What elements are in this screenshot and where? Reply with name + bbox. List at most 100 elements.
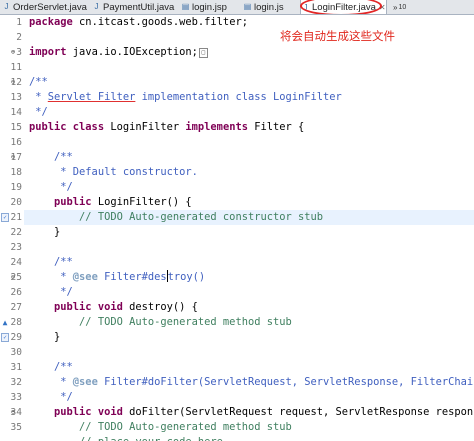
code-line: } — [29, 226, 61, 238]
tab-login-js[interactable]: ▤ login.js — [243, 0, 284, 14]
line-number: 13 — [10, 92, 22, 103]
code-javadoc-tag: @see — [72, 376, 98, 388]
java-file-icon: J — [94, 2, 99, 11]
code-line: } — [29, 331, 61, 343]
tab-orderservlet-java[interactable]: J OrderServlet.java — [2, 0, 87, 14]
line-number: 19 — [10, 182, 22, 193]
tab-login-jsp[interactable]: ▤ login.jsp — [181, 0, 227, 14]
override-indicator-icon[interactable]: ▲ — [0, 317, 10, 328]
code-line: /** — [29, 256, 73, 268]
line-number: 14 — [10, 107, 22, 118]
tab-label: LoginFilter.java — [312, 2, 376, 13]
folded-imports-icon[interactable]: □ — [198, 48, 208, 58]
line-number: 26 — [10, 287, 22, 298]
line-number: 34 — [10, 407, 22, 418]
code-keyword: implements — [185, 121, 248, 133]
code-text: Filter#des — [97, 271, 167, 283]
code-text: Servlet Filter — [47, 91, 136, 103]
editor-tab-bar: J OrderServlet.java J PaymentUtil.java ▤… — [0, 0, 474, 15]
task-marker-icon[interactable]: ✓ — [1, 213, 9, 222]
code-text: implementation class LoginFilter — [135, 91, 342, 103]
tab-label: PaymentUtil.java — [103, 1, 175, 13]
code-line: */ — [29, 106, 48, 118]
tab-overflow-button[interactable]: » 10 — [392, 0, 406, 14]
code-text: troy() — [167, 271, 206, 283]
code-text: * — [29, 91, 48, 103]
tab-label: login.js — [254, 1, 284, 13]
close-icon[interactable]: ✕ — [379, 3, 386, 12]
tab-label: login.jsp — [192, 1, 227, 13]
line-number: 21 — [10, 212, 22, 223]
code-line: public LoginFilter() { — [29, 195, 192, 210]
code-text: java.io.IOException; — [66, 46, 198, 58]
code-text: cn.itcast.goods.web.filter; — [72, 16, 248, 28]
line-number: 16 — [10, 137, 22, 148]
code-line: // TODO Auto-generated method stub — [29, 421, 292, 433]
java-file-icon: J — [303, 2, 308, 12]
line-number: 20 — [10, 197, 22, 208]
code-line: public void destroy() { — [29, 300, 198, 315]
code-text: Filter { — [247, 121, 305, 133]
code-keyword: public class — [29, 121, 105, 133]
line-number: 3 — [16, 47, 22, 58]
code-text: LoginFilter — [104, 121, 186, 133]
code-text: * — [29, 271, 73, 283]
code-text: LoginFilter() { — [91, 196, 192, 208]
line-number: 1 — [16, 17, 22, 28]
task-marker-icon[interactable]: ✓ — [1, 333, 9, 342]
code-line: import java.io.IOException; □ — [29, 45, 208, 60]
line-number: 33 — [10, 392, 22, 403]
line-number: 17 — [10, 152, 22, 163]
code-editor[interactable]: package cn.itcast.goods.web.filter; impo… — [24, 15, 474, 441]
code-line: * @see Filter#destroy() — [29, 270, 205, 285]
code-line: public class LoginFilter implements Filt… — [29, 120, 304, 135]
chevron-right-icon: » — [393, 2, 398, 12]
code-line: /** — [29, 361, 73, 373]
line-number: 28 — [10, 317, 22, 328]
code-line: */ — [29, 181, 73, 193]
code-keyword: import — [29, 46, 67, 58]
code-line: * Default constructor. — [29, 166, 198, 178]
code-line: * @see Filter#doFilter(ServletRequest, S… — [29, 375, 474, 390]
tab-loginfilter-java[interactable]: J LoginFilter.java ✕ — [300, 0, 387, 14]
line-number: 30 — [10, 347, 22, 358]
tab-overflow-count: 10 — [398, 3, 407, 11]
tab-label: OrderServlet.java — [13, 1, 87, 13]
code-keyword: public — [29, 196, 92, 208]
code-line: public void doFilter(ServletRequest requ… — [29, 405, 474, 420]
line-number: 22 — [10, 227, 22, 238]
line-number: 25 — [10, 272, 22, 283]
code-line: // TODO Auto-generated method stub — [29, 316, 292, 328]
jsp-file-icon: ▤ — [181, 2, 190, 11]
js-file-icon: ▤ — [243, 2, 252, 11]
code-line: // TODO Auto-generated constructor stub — [29, 211, 324, 223]
line-number: 2 — [16, 32, 22, 43]
line-number: 11 — [10, 62, 22, 73]
code-text: Filter#doFilter(ServletRequest, ServletR… — [97, 376, 474, 388]
code-line: */ — [29, 391, 73, 403]
line-number: 27 — [10, 302, 22, 313]
line-number: 35 — [10, 422, 22, 433]
line-number: 24 — [10, 257, 22, 268]
code-javadoc-tag: @see — [72, 271, 98, 283]
line-number: 23 — [10, 242, 22, 253]
tab-paymentutil-java[interactable]: J PaymentUtil.java — [92, 0, 175, 14]
code-text: doFilter(ServletRequest request, Servlet… — [129, 406, 474, 418]
code-keyword: public void — [29, 301, 123, 313]
code-line: /** — [29, 76, 48, 88]
code-text: destroy() { — [122, 301, 198, 313]
java-file-icon: J — [4, 2, 9, 11]
code-line: /** — [29, 151, 73, 163]
line-number: 12 — [10, 77, 22, 88]
line-number-ruler: 1 2 ⊕ 3 11 ⊖ 12 13 14 15 16 ⊖ 17 18 19 20 ✓… — [0, 15, 24, 441]
code-text: * — [29, 376, 73, 388]
code-line: * Servlet Filter implementation class Lo… — [29, 90, 342, 105]
code-keyword: public void — [29, 406, 123, 418]
annotation-text: 将会自动生成这些文件 — [280, 29, 395, 43]
code-line: */ — [29, 286, 73, 298]
line-number: 29 — [10, 332, 22, 343]
code-line: // place your code here — [29, 435, 223, 441]
line-number: 18 — [10, 167, 22, 178]
line-number: 32 — [10, 377, 22, 388]
line-number: 15 — [10, 122, 22, 133]
